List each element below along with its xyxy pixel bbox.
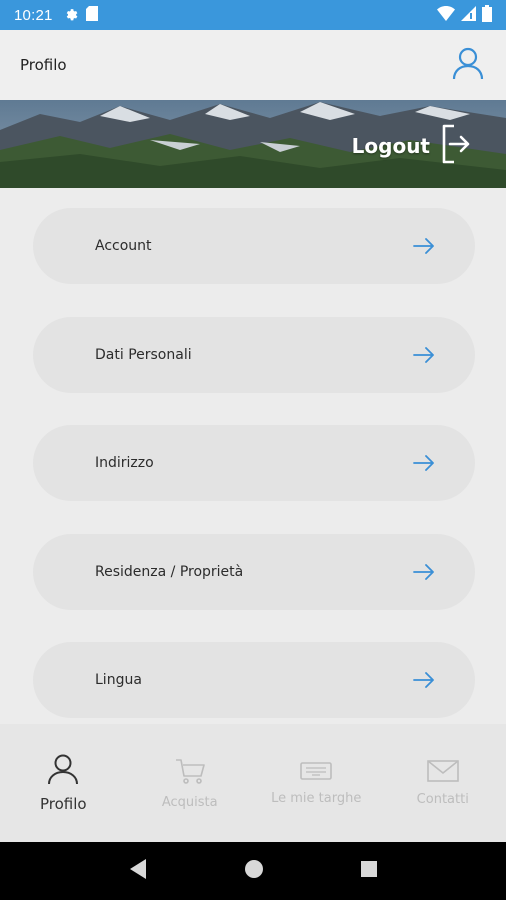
battery-icon (482, 4, 492, 26)
menu-item-label: Dati Personali (95, 347, 192, 363)
recents-icon[interactable] (360, 860, 378, 882)
signal-icon (461, 5, 476, 25)
bottom-nav: Profilo Acquista Le mie targhe Contatti (0, 724, 506, 842)
arrow-right-icon (413, 455, 435, 471)
wifi-icon (437, 5, 455, 25)
nav-item-profilo[interactable]: Profilo (0, 724, 127, 842)
back-icon[interactable] (128, 858, 148, 884)
status-time: 10:21 (14, 6, 53, 24)
menu-item-label: Residenza / Proprietà (95, 564, 244, 580)
menu-item-account[interactable]: Account (33, 208, 475, 284)
nav-label: Le mie targhe (271, 790, 362, 806)
nav-label: Contatti (416, 791, 469, 807)
nav-label: Acquista (161, 794, 218, 810)
page-title: Profilo (20, 56, 67, 74)
nav-item-contatti[interactable]: Contatti (380, 724, 506, 842)
status-bar: 10:21 (0, 0, 506, 30)
menu-item-lingua[interactable]: Lingua (33, 642, 475, 718)
nav-item-acquista[interactable]: Acquista (127, 724, 254, 842)
logout-label: Logout (351, 134, 430, 158)
mail-icon (426, 759, 459, 786)
system-nav-bar (0, 842, 506, 900)
arrow-right-icon (413, 238, 435, 254)
app-bar: Profilo (0, 30, 506, 100)
menu-item-label: Account (95, 238, 152, 254)
arrow-right-icon (413, 672, 435, 688)
logout-button[interactable]: Logout (352, 124, 472, 168)
cart-icon (174, 757, 206, 789)
menu-item-dati-personali[interactable]: Dati Personali (33, 317, 475, 393)
home-icon[interactable] (244, 859, 264, 883)
profile-menu-list: Account Dati Personali Indirizzo Residen… (0, 188, 506, 724)
gear-icon (63, 6, 78, 25)
nav-item-le-mie-targhe[interactable]: Le mie targhe (253, 724, 380, 842)
arrow-right-icon (413, 564, 435, 580)
arrow-right-icon (413, 347, 435, 363)
menu-item-label: Indirizzo (95, 455, 154, 471)
user-icon (451, 46, 485, 84)
hero-banner: Logout (0, 100, 506, 188)
menu-item-indirizzo[interactable]: Indirizzo (33, 425, 475, 501)
logout-icon (442, 124, 472, 168)
profile-button[interactable] (450, 47, 486, 83)
license-plate-icon (300, 761, 333, 785)
menu-item-label: Lingua (95, 672, 142, 688)
sim-card-icon (85, 5, 98, 25)
user-icon (46, 753, 80, 789)
menu-item-residenza[interactable]: Residenza / Proprietà (33, 534, 475, 610)
nav-label: Profilo (39, 795, 87, 813)
